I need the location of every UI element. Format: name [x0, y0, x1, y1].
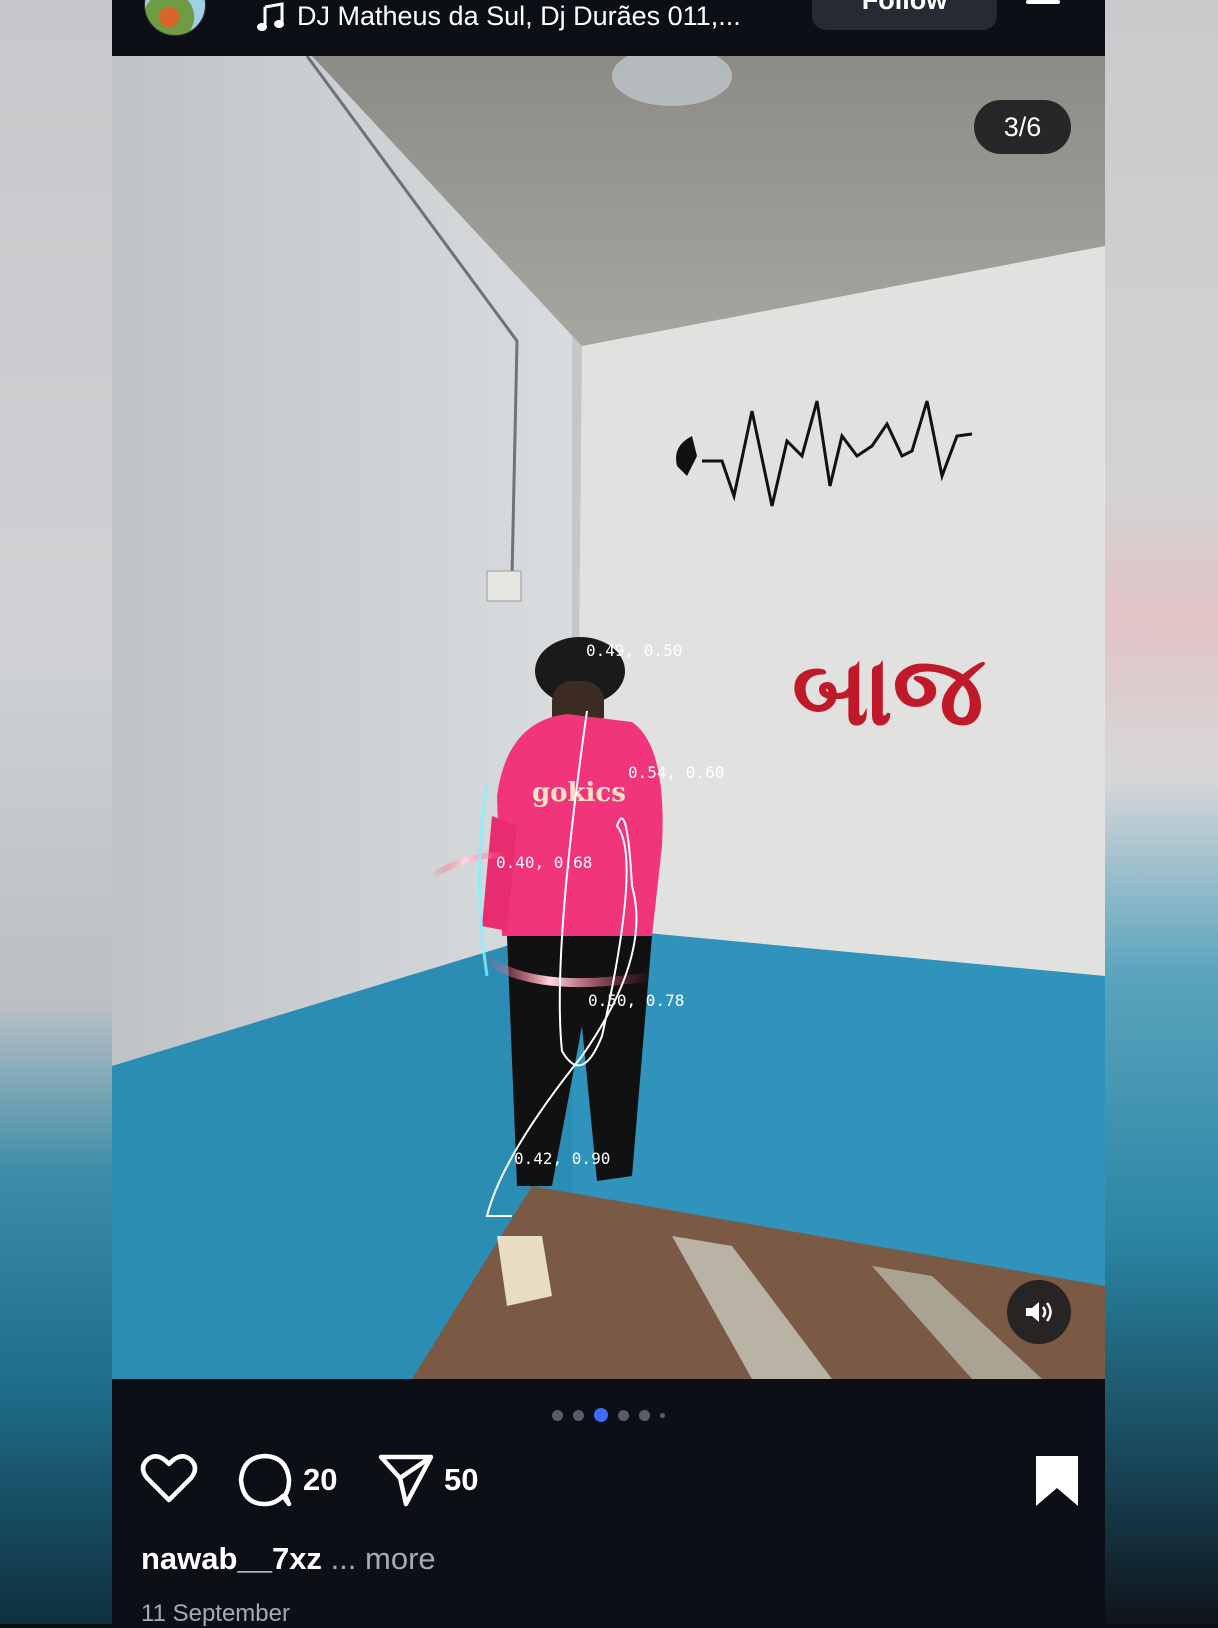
tracking-label: 0.50, 0.78 [588, 991, 684, 1010]
song-title[interactable]: DJ Matheus da Sul, Dj Durães 011,... [297, 1, 741, 32]
share-button[interactable]: 50 [378, 1452, 478, 1508]
tracking-label: 0.42, 0.90 [514, 1149, 610, 1168]
post-media[interactable]: બાજ gokics 0.49, 0.50 0.54, 0.60 0.40, 0… [112, 56, 1105, 1379]
carousel-dot[interactable] [552, 1409, 563, 1421]
comment-count: 20 [303, 1462, 338, 1497]
blurred-backdrop-left [0, 0, 112, 1624]
comment-icon [238, 1453, 292, 1507]
carousel-dot[interactable] [618, 1409, 629, 1421]
carousel-dot-active[interactable] [594, 1408, 608, 1422]
carousel-dot[interactable] [573, 1409, 584, 1421]
post-image: બાજ gokics 0.49, 0.50 0.54, 0.60 0.40, 0… [112, 56, 1105, 1379]
bookmark-icon [1036, 1456, 1078, 1506]
post-card: DJ Matheus da Sul, Dj Durães 011,... Fol… [112, 0, 1105, 1627]
like-button[interactable] [140, 1452, 198, 1504]
blurred-backdrop-right [1105, 0, 1218, 1624]
slide-counter: 3/6 [974, 100, 1071, 154]
share-count: 50 [444, 1462, 479, 1497]
avatar[interactable] [144, 0, 206, 36]
save-button[interactable] [1034, 1456, 1080, 1511]
share-icon [378, 1454, 434, 1507]
action-bar: 20 50 [140, 1452, 1080, 1516]
comment-button[interactable]: 20 [237, 1452, 337, 1508]
sound-toggle-button[interactable] [1007, 1280, 1071, 1344]
carousel-dot[interactable] [660, 1412, 665, 1418]
music-icon [257, 2, 284, 31]
tracking-label: 0.54, 0.60 [628, 763, 724, 782]
shirt-text: gokics [532, 778, 626, 808]
caption: nawab__7xz ... more [141, 1541, 436, 1577]
heart-icon [140, 1454, 198, 1503]
carousel-dot[interactable] [639, 1409, 650, 1421]
caption-more-link[interactable]: ... more [331, 1541, 436, 1576]
follow-button[interactable]: Follow [812, 0, 997, 30]
tracking-label: 0.40, 0.68 [496, 853, 592, 872]
speaker-icon [1026, 1302, 1052, 1322]
caption-username[interactable]: nawab__7xz [141, 1541, 322, 1576]
carousel-indicator [112, 1408, 1105, 1422]
menu-icon[interactable] [1026, 0, 1060, 4]
tracking-label: 0.49, 0.50 [586, 641, 682, 660]
post-header: DJ Matheus da Sul, Dj Durães 011,... Fol… [112, 0, 1105, 56]
wall-signage: બાજ [792, 635, 986, 747]
